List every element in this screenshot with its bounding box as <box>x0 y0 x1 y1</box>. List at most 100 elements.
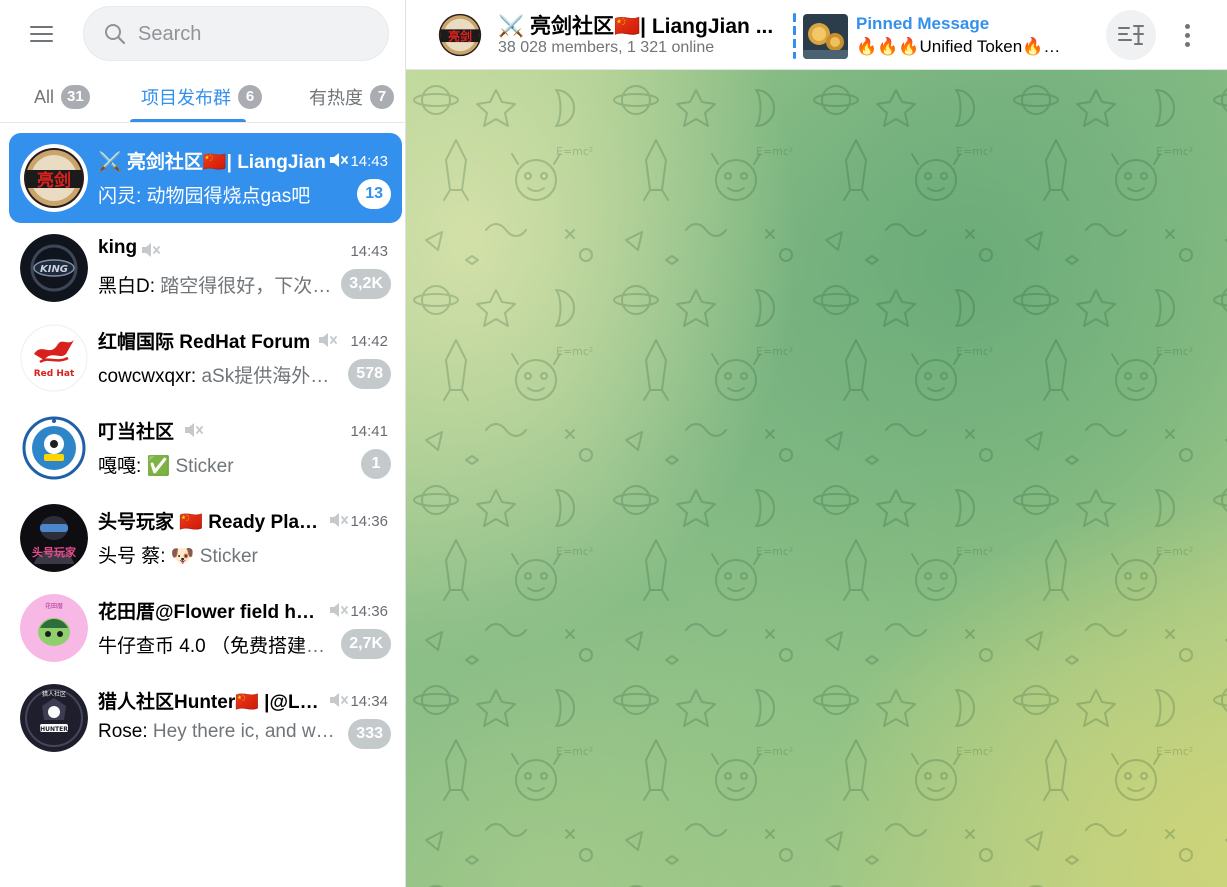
ready-player-avatar: 头号玩家 <box>20 504 88 572</box>
redhat-avatar: Red Hat <box>20 324 88 392</box>
sidebar-topbar <box>0 0 405 68</box>
muted-icon <box>330 693 348 707</box>
message-text: Hey there ic, and welcome <box>152 721 338 742</box>
sender-name: 嘎嘎: <box>98 456 142 477</box>
sender-name: cowcwxqxr: <box>98 366 197 387</box>
liangjian-avatar[interactable]: 亮剑 <box>436 11 484 59</box>
chat-preview: cowcwxqxr: aSk提供海外手机号 <box>98 361 338 388</box>
chat-title: ⚔️ 亮剑社区🇨🇳| LiangJian <box>98 152 326 173</box>
chat-preview: 头号 蔡: 🐶 Sticker <box>98 541 338 568</box>
unread-badge: 578 <box>348 359 391 389</box>
chat-time: 14:42 <box>350 333 388 350</box>
pinned-message-text[interactable]: 🔥🔥🔥Unified Token🔥🔥🔥 <box>856 37 1081 57</box>
liangjian-avatar: 亮剑 <box>20 144 88 212</box>
tab-count: 31 <box>61 85 90 109</box>
chat-preview: 嘎嘎: ✅ Sticker <box>98 451 338 478</box>
message-text: aSk提供海外手机号 <box>201 366 338 387</box>
unread-badge: 3,2K <box>341 269 391 299</box>
chat-preview: 牛仔查币 4.0 （免费搭建机器人） <box>98 631 338 658</box>
svg-text:Red Hat: Red Hat <box>34 369 75 379</box>
sender-name: 头号 蔡: <box>98 546 166 567</box>
chat-time: 14:43 <box>350 153 388 170</box>
dingdang-avatar <box>20 414 88 482</box>
chat-title: 叮当社区 <box>98 422 175 443</box>
chat-title: 猎人社区Hunter🇨🇳 |@Lieren <box>98 692 323 713</box>
chat-title: 头号玩家 🇨🇳 Ready Player <box>98 512 323 533</box>
folder-tabs: All 31 项目发布群 6 有热度 7 <box>0 72 405 122</box>
tab-count: 6 <box>238 85 262 109</box>
chat-time: 14:36 <box>350 603 388 620</box>
tab-hot[interactable]: 有热度 7 <box>309 72 394 122</box>
chat-time: 14:41 <box>350 423 388 440</box>
pinned-indicator <box>793 13 796 59</box>
chat-item-flower-field[interactable]: 花田厝 花田厝@Flower field house 14:36 牛仔查币 4.… <box>9 583 402 673</box>
tab-count: 7 <box>370 85 394 109</box>
message-text: 动物园得烧点gas吧 <box>141 186 311 207</box>
pinned-message-label[interactable]: Pinned Message <box>856 14 989 34</box>
tab-label: 有热度 <box>309 88 363 108</box>
chat-item-hunter[interactable]: HUNTER 猎人社区 猎人社区Hunter🇨🇳 |@Lieren 14:34 … <box>9 673 402 763</box>
muted-icon <box>330 513 348 527</box>
svg-text:HUNTER: HUNTER <box>40 726 68 733</box>
chat-time: 14:34 <box>350 693 388 710</box>
muted-icon <box>330 153 348 167</box>
muted-icon <box>330 603 348 617</box>
chat-time: 14:43 <box>350 243 388 260</box>
chat-item-redhat[interactable]: Red Hat 红帽国际 RedHat Forum 14:42 cowcwxqx… <box>9 313 402 403</box>
sender-name: 黑白D: <box>98 276 156 297</box>
chat-item-ready-player[interactable]: 头号玩家 头号玩家 🇨🇳 Ready Player 14:36 头号 蔡: 🐶 … <box>9 493 402 583</box>
chat-time: 14:36 <box>350 513 388 530</box>
svg-text:亮剑: 亮剑 <box>448 29 472 44</box>
chat-preview: 黑白D: 踏空得很好，下次有行情 <box>98 271 338 298</box>
unread-badge: 2,7K <box>341 629 391 659</box>
divider <box>0 122 405 123</box>
hamburger-menu-button[interactable] <box>20 16 64 52</box>
search-input[interactable] <box>138 19 368 49</box>
svg-text:猎人社区: 猎人社区 <box>42 690 66 698</box>
svg-text:头号玩家: 头号玩家 <box>32 545 77 559</box>
chat-item-liangjian[interactable]: 亮剑 ⚔️ 亮剑社区🇨🇳| LiangJian 14:43 闪灵: 动物园得烧点… <box>9 133 402 223</box>
svg-text:花田厝: 花田厝 <box>45 602 63 610</box>
sender-name: 闪灵: <box>98 186 142 207</box>
unpin-icon <box>1118 25 1144 45</box>
left-sidebar: All31 项目发布群6 有热度7 亮剑 ⚔️ 亮剑社区🇨🇳| <box>0 0 406 887</box>
chat-view: 亮剑 ⚔️ 亮剑社区🇨🇳| LiangJian ... 38 028 membe… <box>406 0 1227 887</box>
message-text: 踏空得很好，下次有行情 <box>160 276 338 297</box>
flower-field-avatar: 花田厝 <box>20 594 88 662</box>
tab-project-release[interactable]: 项目发布群 6 <box>141 72 262 122</box>
message-text: ✅ Sticker <box>141 456 234 477</box>
message-text: 🐶 Sticker <box>165 546 258 567</box>
sender-name: 牛仔查币 4.0 （免费搭建机器人） <box>98 636 338 657</box>
unpin-button[interactable] <box>1106 10 1156 60</box>
chat-header-title: ⚔️ 亮剑社区🇨🇳| LiangJian ... <box>498 15 774 38</box>
chat-preview: Rose: Hey there ic, and welcome <box>98 721 338 743</box>
svg-text:亮剑: 亮剑 <box>37 170 71 191</box>
chat-title: 红帽国际 RedHat Forum <box>98 332 311 353</box>
chat-header[interactable]: 亮剑 ⚔️ 亮剑社区🇨🇳| LiangJian ... 38 028 membe… <box>406 0 1227 70</box>
chat-title: king <box>98 237 138 258</box>
muted-icon <box>185 423 203 437</box>
doodle-pattern-background: E=mc² <box>406 70 1227 887</box>
king-avatar: KING <box>20 234 88 302</box>
tab-label: 项目发布群 <box>141 88 231 108</box>
unread-badge: 13 <box>357 179 391 209</box>
unread-badge: 333 <box>348 719 391 749</box>
search-box[interactable] <box>83 6 389 61</box>
chat-title: 花田厝@Flower field house <box>98 602 323 623</box>
tab-label: All <box>34 86 55 107</box>
sender-name: Rose: <box>98 721 148 742</box>
unread-badge: 1 <box>361 449 391 479</box>
search-icon <box>105 24 126 45</box>
chat-header-subtitle: 38 028 members, 1 321 online <box>498 39 715 56</box>
more-options-button[interactable] <box>1166 13 1210 57</box>
chat-item-king[interactable]: KING king 14:43 黑白D: 踏空得很好，下次有行情 3,2K <box>9 223 402 313</box>
chat-preview: 闪灵: 动物园得烧点gas吧 <box>98 181 338 208</box>
muted-icon <box>319 333 337 347</box>
hunter-avatar: HUNTER 猎人社区 <box>20 684 88 752</box>
chat-background: E=mc² <box>406 70 1227 887</box>
muted-icon <box>142 243 160 257</box>
chat-item-dingdang[interactable]: 叮当社区 14:41 嘎嘎: ✅ Sticker 1 <box>9 403 402 493</box>
tab-all[interactable]: All 31 <box>34 72 90 122</box>
pinned-thumbnail[interactable] <box>803 14 848 59</box>
svg-text:KING: KING <box>40 264 68 275</box>
